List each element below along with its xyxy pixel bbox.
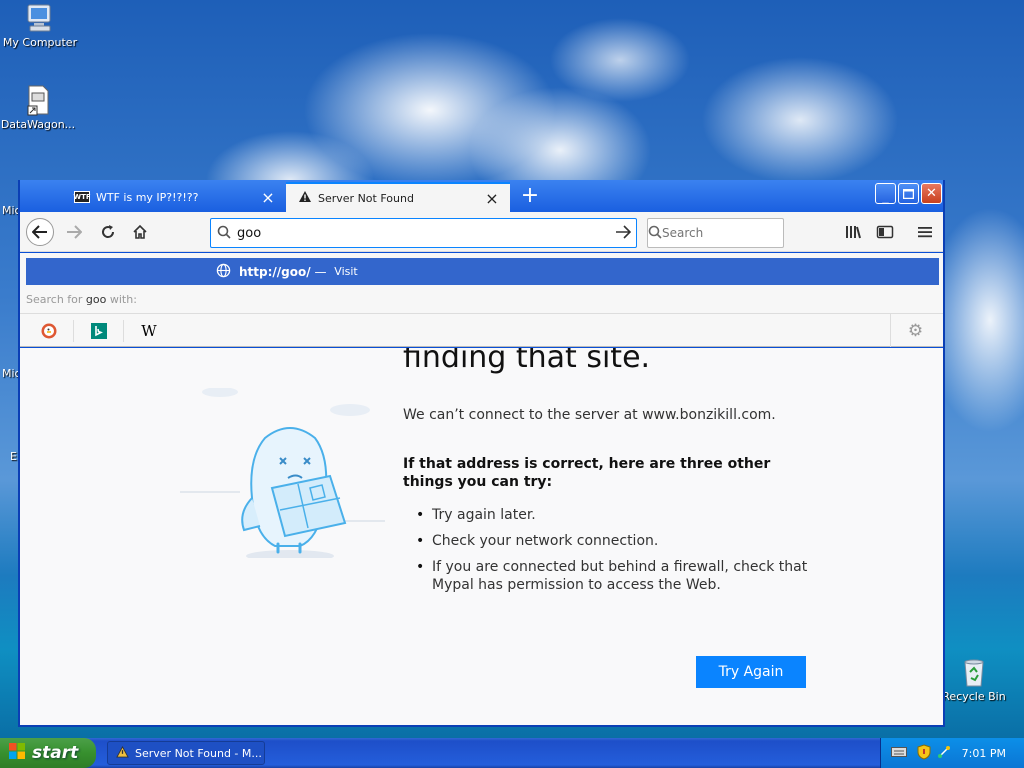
error-illustration-icon — [180, 387, 390, 562]
tab-server-not-found[interactable]: Server Not Found × — [286, 182, 510, 212]
wikipedia-icon: W — [141, 322, 157, 340]
search-with-prefix: Search for — [26, 293, 86, 306]
search-with-query: goo — [85, 293, 107, 306]
tab-title: Server Not Found — [318, 191, 414, 205]
suggestion-separator: — — [310, 264, 331, 279]
go-arrow-icon[interactable] — [610, 224, 636, 243]
hamburger-menu-icon[interactable] — [913, 220, 937, 244]
sidebar-icon[interactable] — [873, 220, 897, 244]
search-bar[interactable] — [647, 218, 812, 248]
close-tab-icon[interactable]: × — [260, 188, 276, 207]
search-icon — [211, 224, 237, 243]
desktop-icon-datawagon[interactable]: DataWagon... — [0, 84, 76, 131]
recycle-bin-icon — [958, 656, 990, 688]
windows-flag-icon — [8, 742, 26, 765]
security-shield-icon[interactable] — [917, 743, 931, 763]
suggestion-action: Visit — [334, 265, 358, 278]
warning-icon — [116, 745, 129, 761]
new-tab-button[interactable]: + — [518, 184, 542, 208]
start-label: start — [32, 743, 79, 763]
system-tray: 7:01 PM — [880, 738, 1024, 768]
url-suggestion-popup: http://goo/ — Visit Search for goo with:… — [20, 253, 943, 347]
try-again-button[interactable]: Try Again — [696, 656, 806, 688]
bing-icon — [90, 323, 107, 339]
clock: 7:01 PM — [961, 747, 1006, 760]
desktop-icon-recycle-bin[interactable]: Recycle Bin — [936, 656, 1012, 703]
desktop-icon-my-computer[interactable]: My Computer — [2, 2, 78, 49]
tab-wtf-is-my-ip[interactable]: WTF WTF is my IP?!?!?? × — [62, 182, 286, 212]
error-description: We can’t connect to the server at www.bo… — [403, 407, 776, 423]
wtf-favicon-icon: WTF — [73, 191, 91, 203]
forward-button[interactable] — [60, 218, 88, 246]
start-button[interactable]: start — [0, 738, 96, 768]
warning-icon — [298, 190, 312, 206]
bing-engine-button[interactable] — [74, 320, 124, 342]
network-icon[interactable] — [937, 745, 951, 762]
taskbar-item-browser[interactable]: Server Not Found - M... — [107, 741, 265, 765]
search-input[interactable] — [662, 226, 812, 240]
error-page: finding that site. We can’t connect to t… — [20, 348, 943, 725]
tips-title: If that address is correct, here are thr… — [403, 456, 771, 490]
search-with-suffix: with: — [106, 293, 137, 306]
error-heading: finding that site. — [403, 348, 651, 375]
url-bar[interactable] — [210, 218, 637, 248]
search-settings-gear-icon[interactable]: ⚙ — [890, 314, 940, 347]
search-engine-bar: W ⚙ — [20, 313, 943, 347]
tip-item: Check your network connection. — [416, 532, 816, 550]
duckduckgo-engine-button[interactable] — [24, 320, 74, 342]
search-icon — [648, 224, 662, 243]
partial-desktop-label: E — [10, 450, 17, 463]
taskbar: start Server Not Found - M... 7:01 PM — [0, 738, 1024, 768]
desktop-icon-label: Recycle Bin — [942, 690, 1006, 703]
globe-icon — [216, 263, 231, 281]
suggestion-url: http://goo/ — [239, 264, 311, 279]
maximize-button[interactable] — [898, 183, 919, 204]
tips-list: Try again later. Check your network conn… — [416, 506, 816, 602]
browser-window: WTF WTF is my IP?!?!?? × Server Not Foun… — [18, 180, 945, 727]
home-button[interactable] — [126, 218, 154, 246]
close-window-button[interactable]: ✕ — [921, 183, 942, 204]
url-input[interactable] — [237, 225, 610, 241]
duckduckgo-icon — [41, 323, 56, 339]
keyboard-icon[interactable] — [891, 746, 907, 761]
wikipedia-engine-button[interactable]: W — [124, 320, 174, 342]
search-with-label: Search for goo with: — [26, 293, 137, 306]
minimize-button[interactable]: _ — [875, 183, 896, 205]
navigation-toolbar — [20, 212, 943, 252]
desktop-icon-label: DataWagon... — [0, 118, 76, 131]
reload-button[interactable] — [94, 218, 122, 246]
taskbar-item-label: Server Not Found - M... — [135, 746, 262, 760]
tab-bar: WTF WTF is my IP?!?!?? × Server Not Foun… — [20, 180, 943, 212]
tip-item: Try again later. — [416, 506, 816, 524]
suggestion-row-visit[interactable]: http://goo/ — Visit — [26, 258, 939, 285]
tip-item: If you are connected but behind a firewa… — [416, 558, 816, 594]
desktop-icon-label: My Computer — [2, 36, 78, 49]
close-tab-icon[interactable]: × — [484, 189, 500, 208]
tab-title: WTF is my IP?!?!?? — [96, 190, 199, 204]
file-shortcut-icon — [22, 84, 54, 116]
back-button[interactable] — [26, 218, 54, 246]
library-icon[interactable] — [842, 220, 866, 244]
computer-icon — [24, 2, 56, 34]
